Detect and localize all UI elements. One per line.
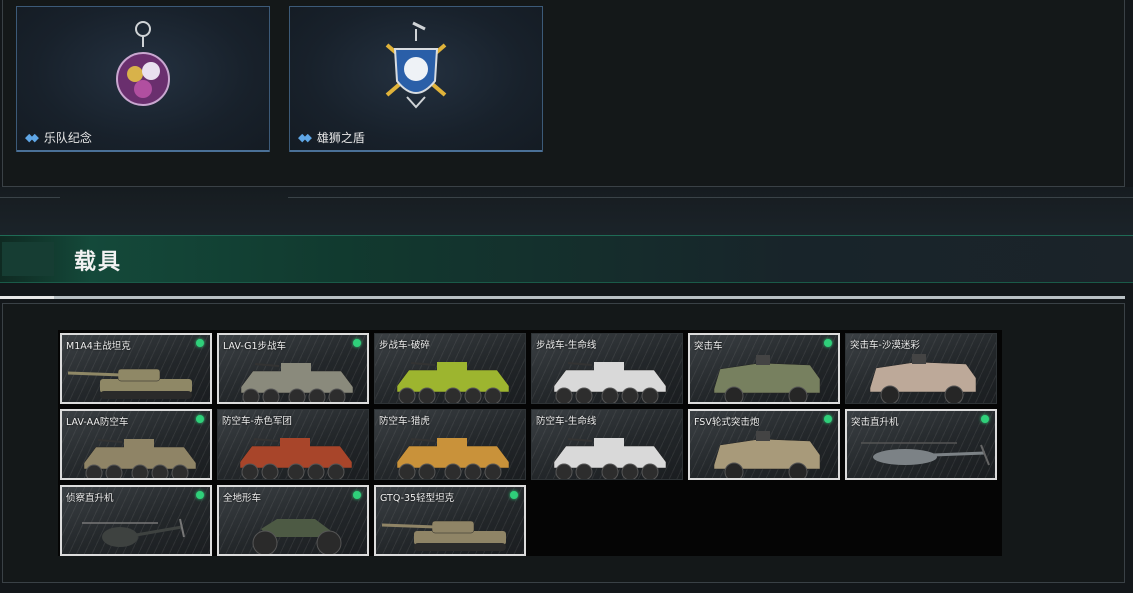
truck-vehicle-icon	[713, 355, 821, 402]
header-rule-accent	[0, 296, 54, 299]
charm-label: ◆◆ 雄狮之盾	[298, 129, 365, 146]
vehicle-tile[interactable]: 防空车-猎虎	[374, 409, 526, 480]
apc-vehicle-icon	[240, 363, 354, 402]
section-title: 载具	[74, 250, 123, 275]
vehicle-name: 步战车-破碎	[379, 340, 430, 351]
owned-indicator-dot	[196, 415, 204, 423]
diamond-icon: ◆◆	[298, 131, 312, 144]
owned-indicator-dot	[353, 491, 361, 499]
separator-band	[0, 187, 1133, 235]
header-rule	[0, 296, 1125, 299]
section-header: 载具	[0, 235, 1133, 283]
apc-vehicle-icon	[83, 439, 197, 478]
charm-name: 雄狮之盾	[316, 131, 365, 145]
apc-vehicle-icon	[396, 438, 510, 479]
vehicle-tile[interactable]: 步战车-生命线	[531, 333, 683, 404]
charm-label: ◆◆ 乐队纪念	[25, 129, 92, 146]
separator-line	[0, 197, 60, 198]
apc-vehicle-icon	[239, 438, 353, 479]
charms-panel: ◆◆ 乐队纪念 ◆◆ 雄狮之盾	[2, 0, 1125, 187]
owned-indicator-dot	[981, 415, 989, 423]
tank-vehicle-icon	[381, 520, 506, 551]
vehicle-name: 防空车-猎虎	[379, 416, 430, 427]
vehicle-name: 突击车	[694, 341, 723, 352]
card-underline	[17, 150, 269, 152]
vehicle-name: 突击直升机	[851, 417, 899, 428]
vehicle-tile[interactable]: 步战车-破碎	[374, 333, 526, 404]
band-charm-icon	[113, 19, 173, 119]
vehicle-tile[interactable]: LAV-G1步战车	[217, 333, 369, 404]
vehicle-name: FSV轮式突击炮	[694, 417, 760, 428]
charm-name: 乐队纪念	[43, 131, 92, 145]
truck-vehicle-icon	[869, 354, 977, 403]
tank-vehicle-icon	[67, 368, 192, 399]
owned-indicator-dot	[824, 415, 832, 423]
vehicle-name: GTQ-35轻型坦克	[380, 493, 455, 504]
vehicle-tile[interactable]: M1A4主战坦克	[60, 333, 212, 404]
vehicle-tile[interactable]: 突击车-沙漠迷彩	[845, 333, 997, 404]
vehicle-tile[interactable]: 突击直升机	[845, 409, 997, 480]
charm-card[interactable]: ◆◆ 雄狮之盾	[289, 6, 543, 152]
vehicle-name: 侦察直升机	[66, 493, 114, 504]
atv-vehicle-icon	[252, 519, 342, 554]
separator-line	[288, 197, 1133, 198]
charm-card[interactable]: ◆◆ 乐队纪念	[16, 6, 270, 152]
apc-vehicle-icon	[553, 362, 667, 403]
owned-indicator-dot	[196, 339, 204, 347]
card-underline	[290, 150, 542, 152]
vehicle-name: 防空车-生命线	[536, 416, 597, 427]
vehicle-tile[interactable]: 全地形车	[217, 485, 369, 556]
vehicle-tile[interactable]: 突击车	[688, 333, 840, 404]
vehicle-tile[interactable]: 侦察直升机	[60, 485, 212, 556]
owned-indicator-dot	[510, 491, 518, 499]
owned-indicator-dot	[196, 491, 204, 499]
owned-indicator-dot	[353, 339, 361, 347]
vehicle-name: M1A4主战坦克	[66, 341, 131, 352]
owned-indicator-dot	[824, 339, 832, 347]
apc-vehicle-icon	[553, 438, 667, 479]
vehicle-tile[interactable]: 防空车-生命线	[531, 409, 683, 480]
vehicle-name: 步战车-生命线	[536, 340, 597, 351]
vehicle-tile[interactable]: 防空车-赤色军团	[217, 409, 369, 480]
vehicle-name: 防空车-赤色军团	[222, 416, 292, 427]
lion-shield-charm-icon	[381, 19, 451, 119]
vehicle-tile[interactable]: LAV-AA防空车	[60, 409, 212, 480]
apc-vehicle-icon	[396, 362, 510, 403]
vehicle-tile[interactable]: GTQ-35轻型坦克	[374, 485, 526, 556]
vehicle-name: LAV-AA防空车	[66, 417, 129, 428]
heli-vehicle-icon	[861, 442, 990, 466]
diamond-icon: ◆◆	[25, 131, 39, 144]
vehicle-tile[interactable]: FSV轮式突击炮	[688, 409, 840, 480]
vehicle-name: 突击车-沙漠迷彩	[850, 340, 920, 351]
vehicle-name: LAV-G1步战车	[223, 341, 287, 352]
vehicle-name: 全地形车	[223, 493, 262, 504]
header-accent-block	[2, 242, 54, 276]
truck-vehicle-icon	[713, 431, 821, 478]
scout-vehicle-icon	[82, 518, 185, 547]
